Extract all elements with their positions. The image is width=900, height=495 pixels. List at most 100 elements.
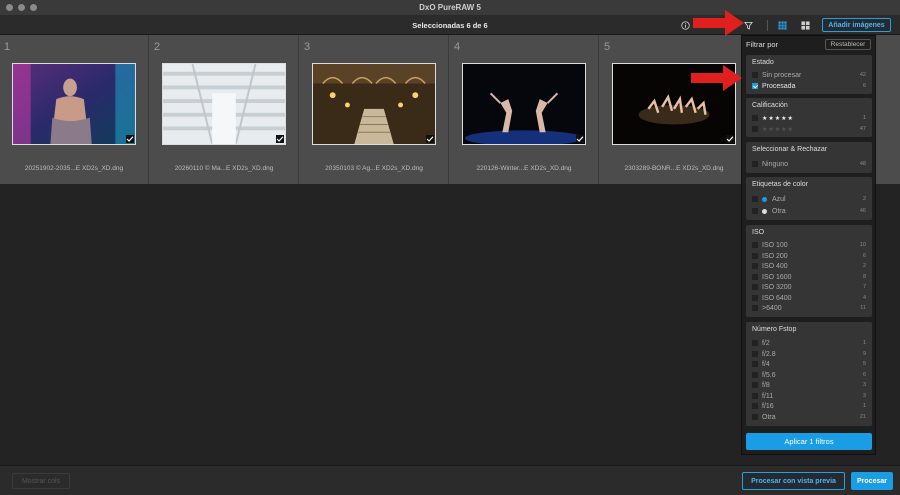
filter-option-no-stars[interactable]: ★★★★★ 47 — [752, 124, 866, 134]
checkbox[interactable] — [752, 196, 758, 202]
option-count: 6 — [862, 253, 866, 259]
filter-option-f2[interactable]: f/2 1 — [752, 338, 866, 348]
selection-count: Seleccionadas 6 de 6 — [412, 21, 488, 30]
option-label: f/4 — [762, 360, 770, 368]
option-label: ISO 100 — [762, 241, 788, 249]
apply-filters-button[interactable]: Aplicar 1 filtros — [746, 433, 872, 450]
filter-option-f11[interactable]: f/11 3 — [752, 391, 866, 401]
filter-option-f16[interactable]: f/16 1 — [752, 401, 866, 411]
five-star-rating-icon: ★★★★★ — [762, 115, 794, 122]
image-cell[interactable]: 3 20350103 © Ag...E XD2s_XD.dng — [300, 35, 449, 184]
filter-option-blue[interactable]: Azul 2 — [752, 194, 866, 204]
image-cell[interactable]: 5 2303289-BONR...E XD2s_XD.dng — [600, 35, 749, 184]
reset-filters-button[interactable]: Restablecer — [825, 39, 871, 50]
selected-check-icon[interactable] — [576, 135, 584, 143]
option-label: >6400 — [762, 304, 782, 312]
filter-option-processed[interactable]: Procesada 6 — [752, 81, 866, 91]
option-label: f/16 — [762, 402, 774, 410]
option-count: 21 — [859, 414, 866, 420]
checkbox[interactable] — [752, 393, 758, 399]
checkbox[interactable] — [752, 305, 758, 311]
filter-section-iso: ISO ISO 100 10 ISO 200 6 ISO 400 2 ISO 1600… — [746, 225, 872, 317]
filter-option-none[interactable]: Ninguno 48 — [752, 159, 866, 169]
image-filename: 20260110 © Ma...E XD2s_XD.dng — [174, 165, 274, 172]
compare-view-icon[interactable] — [799, 19, 812, 32]
checkbox[interactable] — [752, 263, 758, 269]
filter-option-other-fstop[interactable]: Otra 21 — [752, 412, 866, 422]
checkbox[interactable] — [752, 208, 758, 214]
checkbox[interactable] — [752, 403, 758, 409]
checkbox[interactable] — [752, 274, 758, 280]
add-images-button[interactable]: Añadir imágenes — [822, 18, 891, 32]
image-number: 5 — [604, 41, 611, 53]
info-icon[interactable] — [679, 19, 692, 32]
image-cell[interactable]: 1 20251902-2035...E XD2s_XD.dng — [0, 35, 149, 184]
grid-view-icon[interactable] — [776, 19, 789, 32]
image-number: 3 — [304, 41, 311, 53]
section-title: ISO — [752, 229, 765, 236]
option-label: Otra — [772, 207, 786, 215]
checkbox[interactable] — [752, 340, 758, 346]
checkbox[interactable] — [752, 126, 758, 132]
filter-option-other-color[interactable]: Otra 46 — [752, 206, 866, 216]
selected-check-icon[interactable] — [126, 135, 134, 143]
checkbox[interactable] — [752, 361, 758, 367]
toolbar: Seleccionadas 6 de 6 Añadir imágenes — [0, 16, 900, 35]
process-button[interactable]: Procesar — [851, 472, 893, 490]
checkbox[interactable] — [752, 242, 758, 248]
image-thumbnail[interactable] — [162, 63, 286, 145]
checkbox[interactable] — [752, 161, 758, 167]
filter-section-fstop: Número Fstop f/2 1 f/2.8 9 f/4 5 f/5.6 6 f/8… — [746, 322, 872, 426]
selected-check-icon[interactable] — [426, 135, 434, 143]
filter-option-iso-200[interactable]: ISO 200 6 — [752, 251, 866, 261]
filter-section-color-labels: Etiquetas de color Azul 2 Otra 46 — [746, 177, 872, 220]
selected-check-icon[interactable] — [726, 135, 734, 143]
option-count: 3 — [862, 382, 866, 388]
filter-option-f4[interactable]: f/4 5 — [752, 359, 866, 369]
filter-option-iso-6400[interactable]: ISO 6400 4 — [752, 293, 866, 303]
app-title: DxO PureRAW 5 — [419, 3, 481, 12]
process-with-preview-button[interactable]: Procesar con vista previa — [742, 472, 845, 490]
checkbox[interactable] — [752, 372, 758, 378]
image-cell[interactable]: 4 220126-Winter...E XD2s_XD.dng — [450, 35, 599, 184]
image-thumbnail[interactable] — [312, 63, 436, 145]
option-count: 1 — [862, 403, 866, 409]
checkbox[interactable] — [752, 72, 758, 78]
checkbox-checked[interactable] — [752, 83, 758, 89]
checkbox[interactable] — [752, 414, 758, 420]
filter-option-five-stars[interactable]: ★★★★★ 1 — [752, 113, 866, 123]
filter-option-iso-1600[interactable]: ISO 1600 8 — [752, 272, 866, 282]
image-thumbnail[interactable] — [12, 63, 136, 145]
option-count: 3 — [862, 393, 866, 399]
filter-option-iso-over-6400[interactable]: >6400 11 — [752, 303, 866, 313]
checkbox[interactable] — [752, 253, 758, 259]
image-filename: 20350103 © Ag...E XD2s_XD.dng — [325, 165, 423, 172]
option-count: 11 — [860, 305, 866, 311]
selected-check-icon[interactable] — [276, 135, 284, 143]
filter-option-unprocessed[interactable]: Sin procesar 42 — [752, 70, 866, 80]
annotation-arrow-filter-icon — [693, 10, 744, 36]
image-thumbnail[interactable] — [462, 63, 586, 145]
checkbox[interactable] — [752, 351, 758, 357]
bottom-bar: Mostrar cols Procesar con vista previa P… — [0, 465, 900, 495]
filter-option-f8[interactable]: f/8 3 — [752, 380, 866, 390]
filter-option-f5-6[interactable]: f/5.6 6 — [752, 370, 866, 380]
option-count: 9 — [862, 351, 866, 357]
show-columns-button[interactable]: Mostrar cols — [12, 473, 70, 489]
opera-hall-photo — [313, 64, 435, 144]
option-count: 8 — [862, 274, 866, 280]
checkbox[interactable] — [752, 382, 758, 388]
blue-label-icon — [762, 196, 767, 202]
checkbox[interactable] — [752, 284, 758, 290]
filter-option-iso-3200[interactable]: ISO 3200 7 — [752, 282, 866, 292]
filter-section-rating: Calificación ★★★★★ 1 ★★★★★ 47 — [746, 98, 872, 137]
filter-option-f2-8[interactable]: f/2.8 9 — [752, 349, 866, 359]
checkbox[interactable] — [752, 115, 758, 121]
image-number: 2 — [154, 41, 161, 53]
checkbox[interactable] — [752, 295, 758, 301]
filter-option-iso-400[interactable]: ISO 400 2 — [752, 261, 866, 271]
filter-option-iso-100[interactable]: ISO 100 10 — [752, 240, 866, 250]
image-cell[interactable]: 2 20260110 © Ma...E XD2s_XD.dng — [150, 35, 299, 184]
section-title: Número Fstop — [752, 326, 797, 333]
option-count: 47 — [859, 126, 866, 132]
